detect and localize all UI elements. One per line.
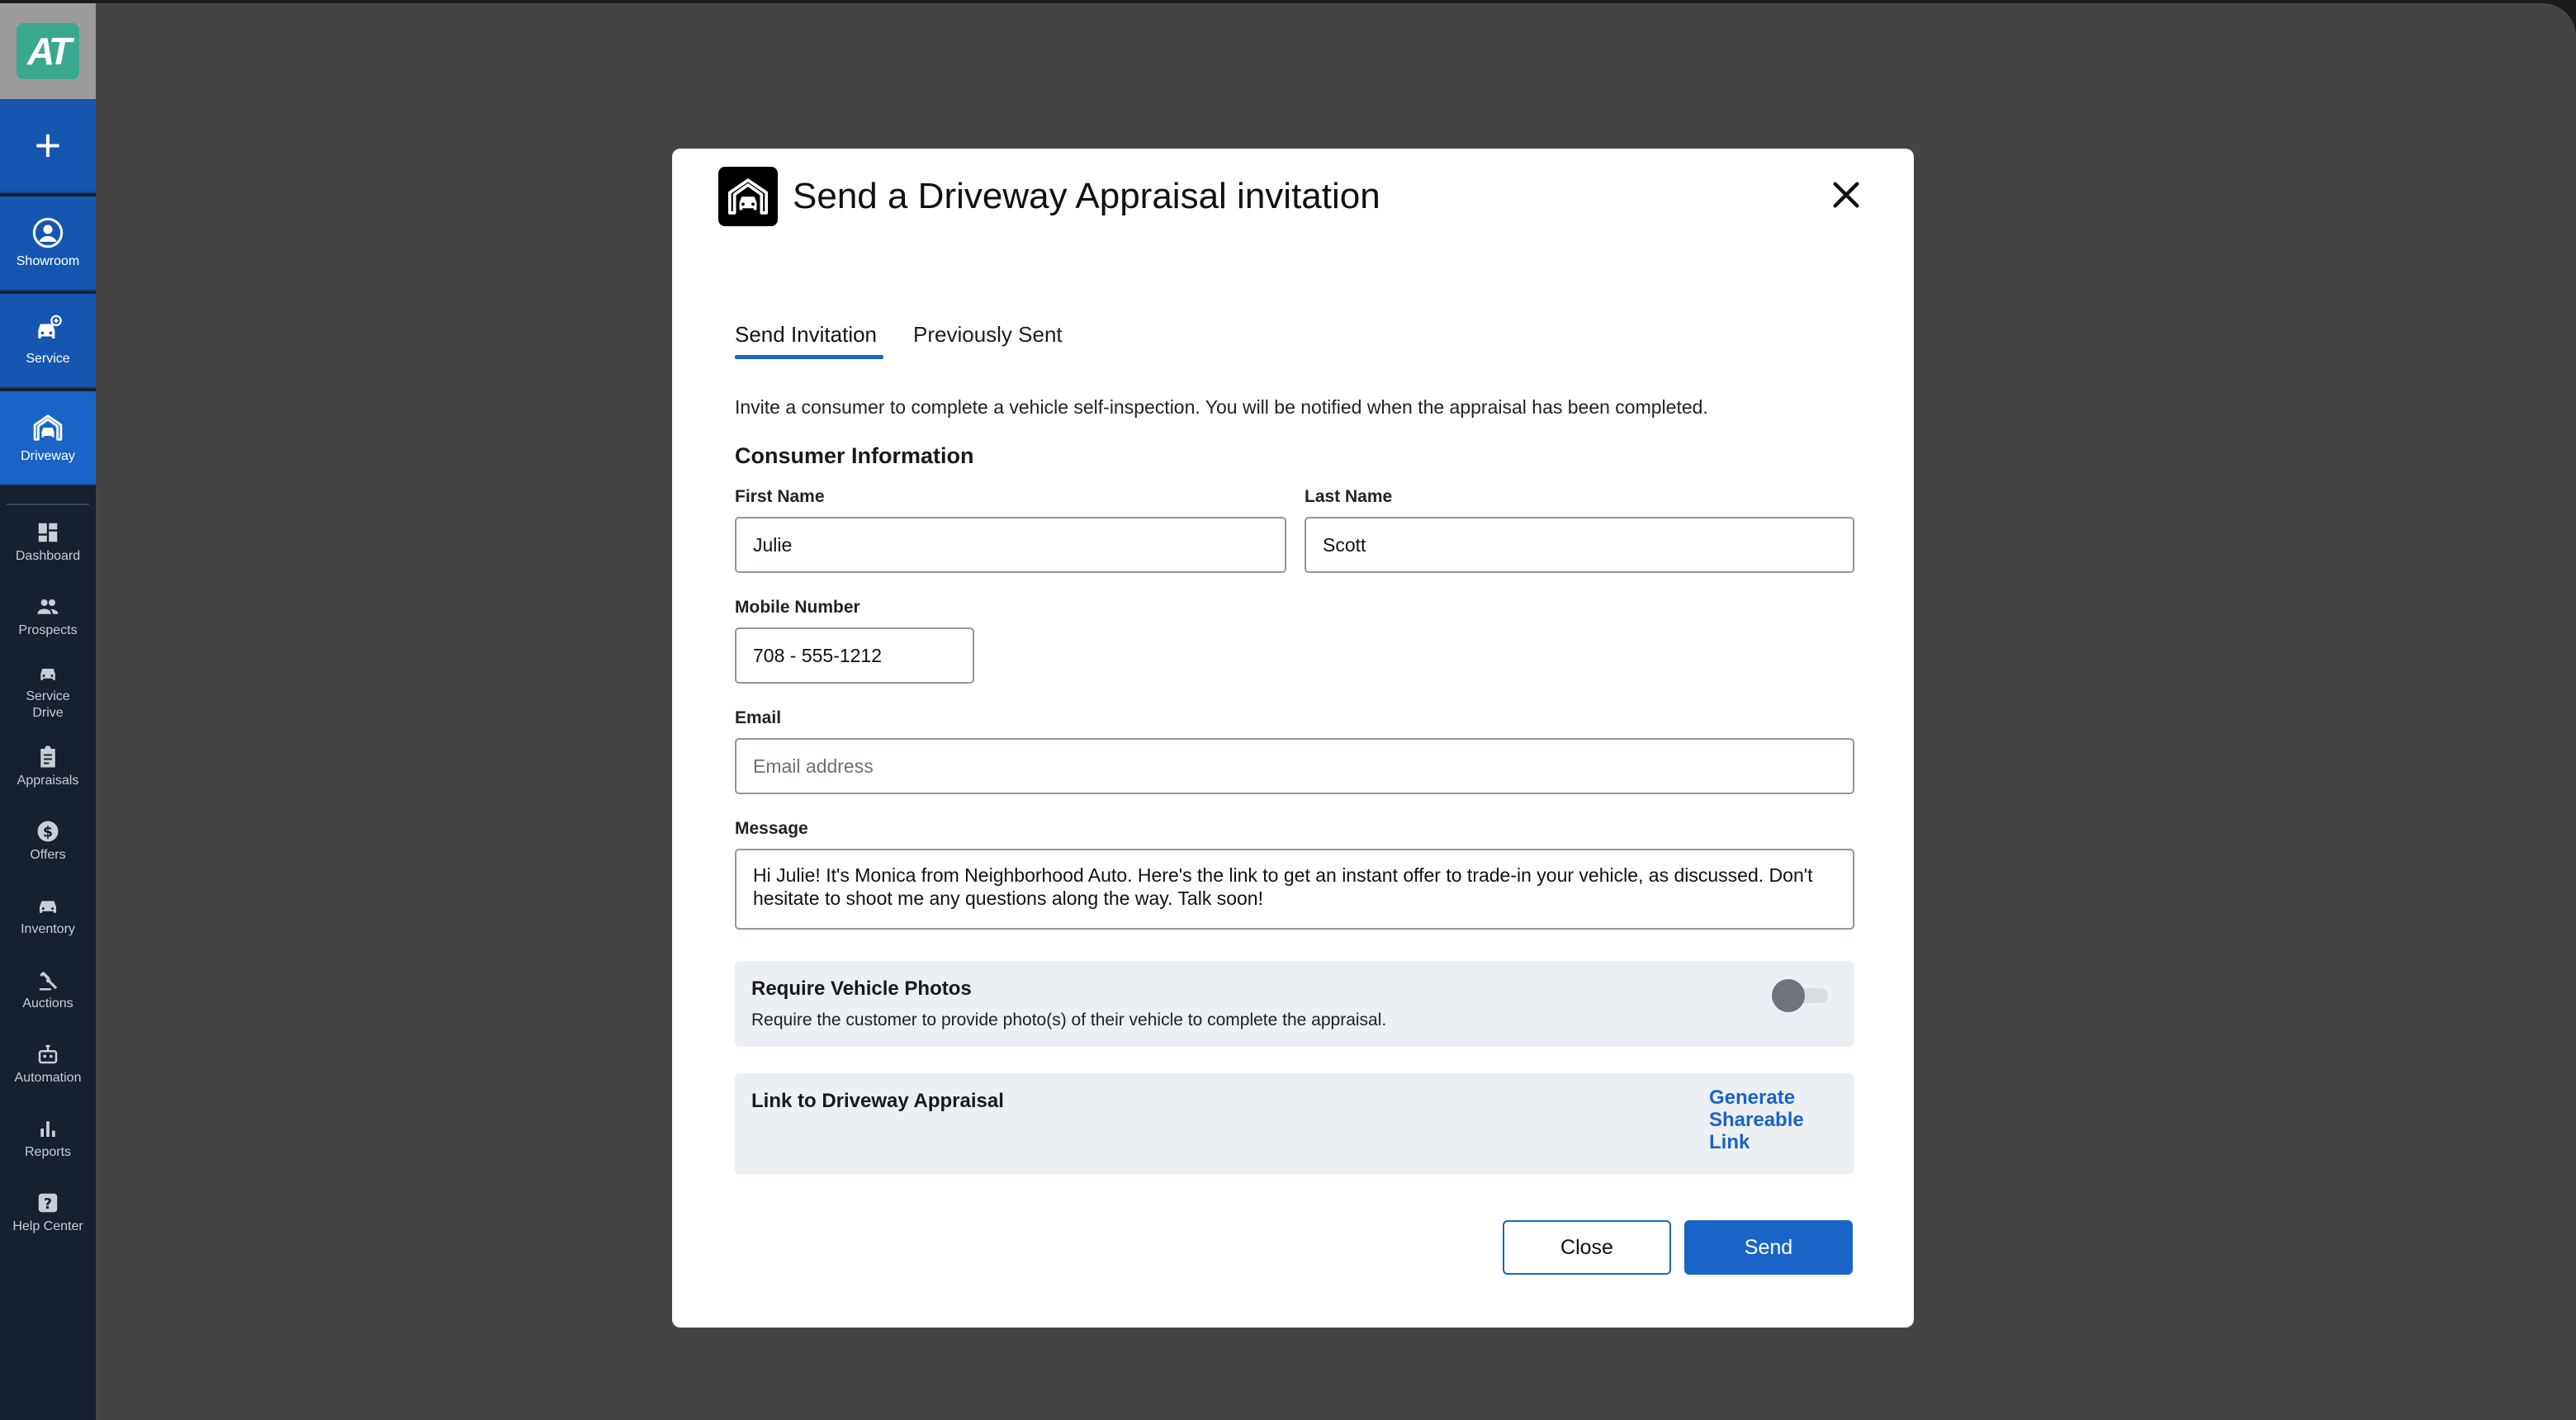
last-name-label: Last Name — [1305, 487, 1393, 506]
intro-text: Invite a consumer to complete a vehicle … — [735, 396, 1708, 418]
svg-text:?: ? — [44, 1196, 52, 1213]
sidebar-item-inventory[interactable]: Inventory — [0, 893, 96, 938]
close-button[interactable]: Close — [1503, 1220, 1671, 1275]
sidebar-item-showroom[interactable]: Showroom — [0, 196, 96, 291]
dashboard-icon — [38, 523, 58, 542]
email-label: Email — [735, 708, 782, 727]
garage-icon — [718, 167, 778, 226]
tab-send-invitation[interactable]: Send Invitation — [735, 322, 877, 348]
sidebar-divider — [7, 504, 89, 505]
sidebar-item-auctions[interactable]: Auctions — [0, 968, 96, 1012]
car-icon — [40, 669, 55, 680]
first-name-field[interactable] — [735, 517, 1286, 573]
help-icon: ? — [38, 1193, 58, 1213]
car-side-icon — [40, 901, 56, 913]
sidebar-item-label: Showroom — [16, 254, 80, 268]
app-frame: AT + Showroom Service Driveway Dashboard… — [0, 3, 2576, 1420]
sidebar-item-help-center[interactable]: ? Help Center — [0, 1190, 96, 1235]
require-photos-title: Require Vehicle Photos — [751, 977, 972, 1000]
invitation-modal: Send a Driveway Appraisal invitation Sen… — [672, 149, 1914, 1328]
sidebar-item-service[interactable]: Service — [0, 294, 96, 388]
require-photos-toggle[interactable] — [1772, 979, 1831, 1012]
section-title: Consumer Information — [735, 443, 974, 468]
sidebar-item-reports[interactable]: Reports — [0, 1116, 96, 1161]
sidebar-item-automation[interactable]: Automation — [0, 1042, 96, 1086]
sidebar-item-label: Help Center — [12, 1219, 83, 1233]
sidebar-item-label: Automation — [14, 1071, 82, 1085]
garage-icon — [33, 414, 63, 441]
require-photos-panel: Require Vehicle Photos Require the custo… — [735, 961, 1854, 1047]
sidebar-item-prospects[interactable]: Prospects — [0, 594, 96, 639]
sidebar-item-label: Service — [26, 352, 70, 366]
sidebar: AT + Showroom Service Driveway Dashboard… — [0, 3, 96, 1420]
sidebar-item-dashboard[interactable]: Dashboard — [0, 520, 96, 565]
sidebar-item-label: Prospects — [18, 623, 78, 637]
shareable-link-panel: Link to Driveway Appraisal Generate Shar… — [735, 1073, 1854, 1174]
sidebar-item-label: Offers — [30, 848, 66, 862]
dollar-icon: $ — [37, 821, 59, 842]
tab-previously-sent[interactable]: Previously Sent — [913, 322, 1063, 348]
mobile-number-field[interactable] — [735, 627, 974, 684]
sidebar-item-label: Inventory — [21, 922, 75, 936]
sidebar-item-label: Reports — [24, 1145, 72, 1159]
plus-icon: + — [34, 119, 62, 171]
people-icon — [37, 599, 59, 614]
message-field[interactable]: Hi Julie! It's Monica from Neighborhood … — [735, 849, 1854, 930]
gavel-icon — [40, 972, 58, 991]
add-new-button[interactable]: + — [0, 99, 96, 193]
sidebar-item-driveway[interactable]: Driveway — [0, 391, 96, 485]
require-photos-description: Require the customer to provide photo(s)… — [751, 1011, 1387, 1030]
sidebar-item-offers[interactable]: $ Offers — [0, 819, 96, 864]
email-field[interactable] — [735, 738, 1854, 794]
svg-text:$: $ — [43, 824, 53, 840]
sidebar-item-label: Appraisals — [17, 774, 79, 788]
sidebar-item-service-drive[interactable]: Service Drive — [0, 660, 96, 722]
logo-container: AT — [0, 3, 96, 99]
bar-chart-icon — [40, 1121, 55, 1137]
last-name-field[interactable] — [1305, 517, 1854, 573]
generate-shareable-link[interactable]: Generate Shareable Link — [1709, 1086, 1825, 1153]
sidebar-item-label: Dashboard — [15, 549, 81, 563]
modal-title: Send a Driveway Appraisal invitation — [793, 176, 1380, 216]
robot-icon — [38, 1044, 58, 1064]
toggle-knob — [1772, 979, 1805, 1012]
shareable-link-title: Link to Driveway Appraisal — [751, 1090, 1004, 1112]
sidebar-item-label: Driveway — [21, 449, 75, 463]
send-button[interactable]: Send — [1684, 1220, 1853, 1275]
sidebar-item-appraisals[interactable]: Appraisals — [0, 745, 96, 789]
mobile-number-label: Mobile Number — [735, 598, 860, 617]
active-tab-indicator — [735, 355, 883, 359]
person-circle-icon — [32, 217, 64, 248]
sidebar-item-label: Service Drive — [26, 689, 70, 720]
close-icon[interactable] — [1830, 178, 1863, 211]
sidebar-item-label: Auctions — [22, 996, 73, 1011]
car-service-icon — [38, 315, 62, 338]
message-label: Message — [735, 819, 808, 838]
app-logo: AT — [17, 23, 79, 79]
clipboard-icon — [40, 746, 55, 768]
first-name-label: First Name — [735, 487, 825, 506]
